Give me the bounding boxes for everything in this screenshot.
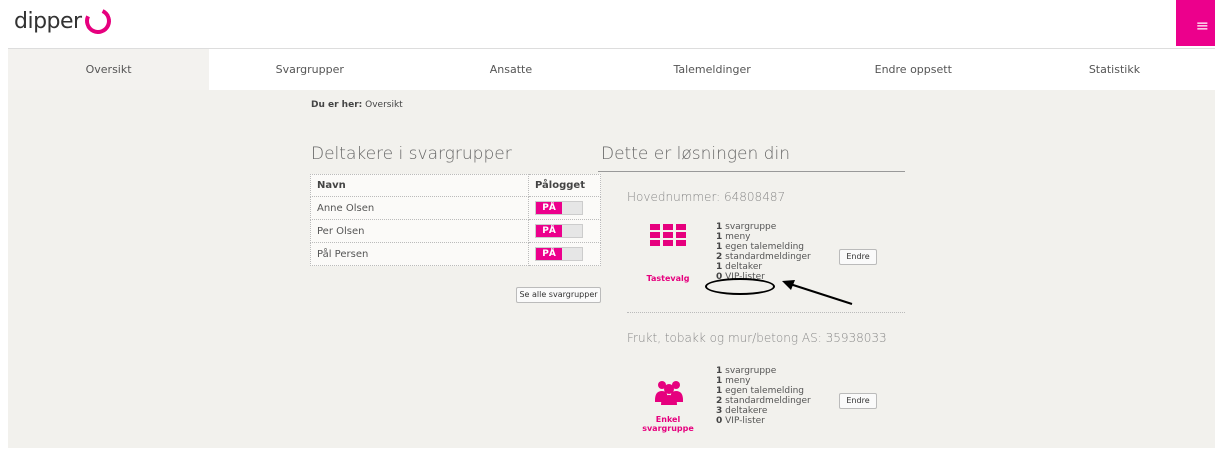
stat-line: 1 svargruppe: [716, 366, 777, 376]
member-name: Pål Persen: [310, 242, 529, 266]
stat-line: 2 standardmeldinger: [716, 252, 811, 262]
logo-ring-icon: [80, 4, 115, 38]
login-cell: PÅ: [528, 219, 601, 243]
tab-oversikt[interactable]: Oversikt: [8, 49, 210, 90]
login-cell: PÅ: [528, 242, 601, 266]
edit-button[interactable]: Endre: [839, 393, 877, 409]
solution-stats: 1 svargruppe 1 meny 1 egen talemelding 2…: [716, 366, 811, 426]
see-all-groups-button[interactable]: Se alle svargrupper: [516, 287, 601, 303]
main-content: Du er her: Oversikt Deltakere i svargrup…: [8, 90, 1215, 448]
breadcrumb-current: Oversikt: [365, 100, 403, 110]
stat-line: 1 egen talemelding: [716, 386, 805, 396]
group-label: Enkel svargruppe: [642, 415, 694, 433]
annotation-arrow-icon: [782, 280, 853, 305]
login-toggle[interactable]: PÅ: [535, 247, 583, 261]
highlight-oval: [705, 278, 775, 295]
hamburger-icon: ≡: [1195, 15, 1210, 35]
toggle-on-label: PÅ: [536, 248, 562, 260]
header: dipper ≡: [0, 0, 1215, 46]
table-header-row: Navn Pålogget: [310, 174, 601, 197]
tab-talemeldinger[interactable]: Talemeldinger: [611, 49, 813, 90]
tab-ansatte[interactable]: Ansatte: [410, 49, 612, 90]
toggle-on-label: PÅ: [536, 202, 562, 214]
solution-divider: [598, 171, 905, 172]
table-row: Per Olsen PÅ: [310, 219, 601, 243]
member-name: Anne Olsen: [310, 196, 529, 220]
member-name: Per Olsen: [310, 219, 529, 243]
members-title: Deltakere i svargrupper: [311, 144, 512, 164]
login-toggle[interactable]: PÅ: [535, 224, 583, 238]
keypad-icon: [650, 224, 686, 246]
table-row: Anne Olsen PÅ: [310, 196, 601, 220]
login-toggle[interactable]: PÅ: [535, 201, 583, 215]
stat-line: 1 svargruppe: [716, 222, 777, 232]
main-nav: Oversikt Svargrupper Ansatte Talemelding…: [8, 48, 1215, 90]
tab-statistikk[interactable]: Statistikk: [1013, 49, 1215, 90]
members-table: Navn Pålogget Anne Olsen PÅ Per Olsen PÅ…: [310, 174, 601, 266]
menu-button[interactable]: ≡: [1176, 0, 1215, 46]
dipper-logo[interactable]: dipper: [14, 4, 115, 38]
logo-text: dipper: [14, 8, 82, 34]
solution-block-title: Hovednummer: 64808487: [627, 190, 786, 204]
column-header-logged-in: Pålogget: [528, 174, 601, 197]
tab-endre-oppsett[interactable]: Endre oppsett: [812, 49, 1014, 90]
breadcrumb: Du er her: Oversikt: [311, 100, 403, 110]
breadcrumb-prefix: Du er her:: [311, 100, 363, 110]
tab-svargrupper[interactable]: Svargrupper: [209, 49, 411, 90]
stat-line: 1 meny: [716, 232, 751, 242]
stat-line: 1 meny: [716, 376, 751, 386]
keypad-label: Tastevalg: [646, 274, 690, 283]
stat-line: 3 deltakere: [716, 406, 768, 416]
login-cell: PÅ: [528, 196, 601, 220]
solution-stats: 1 svargruppe 1 meny 1 egen talemelding 2…: [716, 222, 811, 282]
solution-title: Dette er løsningen din: [601, 144, 790, 164]
solution-block-title: Frukt, tobakk og mur/betong AS: 35938033: [627, 331, 887, 345]
stat-line: 1 egen talemelding: [716, 242, 805, 252]
group-icon: [655, 381, 683, 405]
column-header-name: Navn: [310, 174, 529, 197]
edit-button[interactable]: Endre: [839, 249, 877, 265]
stat-line: 2 standardmeldinger: [716, 396, 811, 406]
toggle-on-label: PÅ: [536, 225, 562, 237]
block-divider: [627, 312, 905, 313]
table-row: Pål Persen PÅ: [310, 242, 601, 266]
stat-line: 1 deltaker: [716, 262, 763, 272]
stat-line-vip: 0 VIP-lister: [716, 416, 765, 426]
